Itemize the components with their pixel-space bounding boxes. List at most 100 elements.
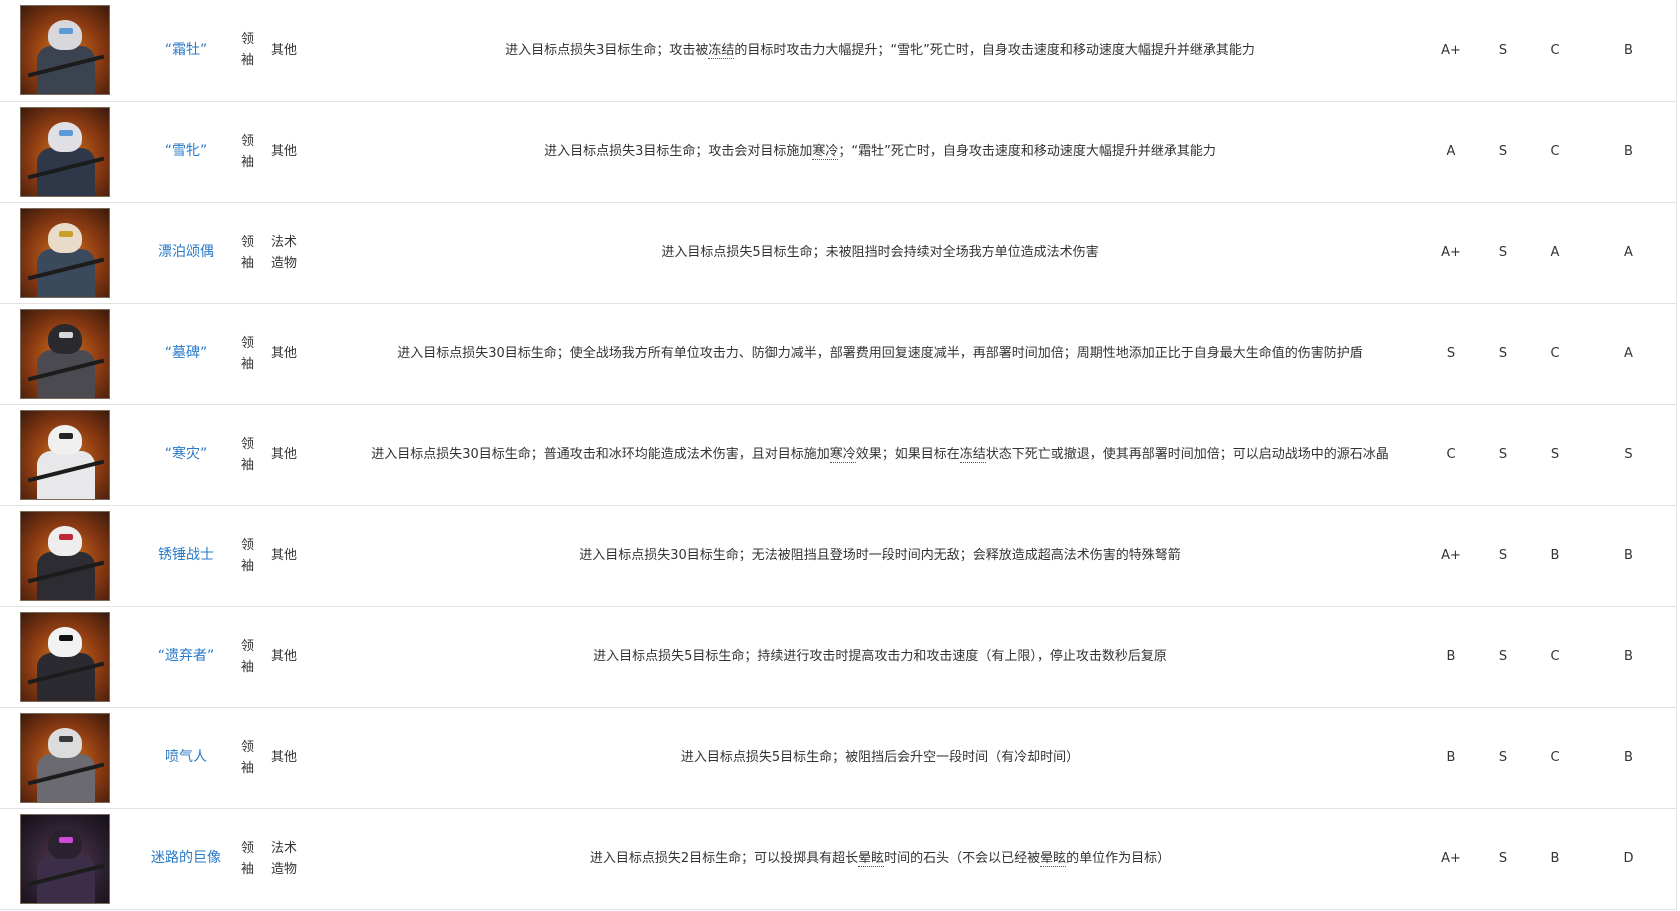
description-text: 进入目标点损失30目标生命；普通攻击和冰环均能造成法术伤害，且对目标施加	[371, 447, 830, 462]
enemy-type-label: 其他	[271, 346, 298, 361]
description-text: 时间的石头（不会以已经被	[884, 851, 1041, 866]
enemy-portrait-image[interactable]	[20, 5, 110, 96]
enemy-name-link[interactable]: 锈锤战士	[158, 547, 214, 563]
enemy-type-cell: 其他	[271, 505, 335, 607]
enemy-portrait-image[interactable]	[20, 409, 110, 500]
description-text: ；“霜牡”死亡时，自身攻击速度和移动速度大幅提升并继承其能力	[838, 144, 1216, 159]
enemy-description-cell: 进入目标点损失3目标生命；攻击会对目标施加寒冷；“霜牡”死亡时，自身攻击速度和移…	[335, 101, 1425, 203]
enemy-name-link[interactable]: 漂泊颂偶	[158, 244, 214, 260]
enemy-type-label: 其他	[271, 447, 298, 462]
enemy-level-label: 领袖	[241, 638, 255, 675]
enemy-name-cell: “遗弃者”	[131, 606, 241, 708]
enemy-level-label: 领袖	[241, 739, 255, 776]
description-text: 进入目标点损失5目标生命；被阻挡后会升空一段时间（有冷却时间）	[680, 750, 1080, 765]
enemy-name-cell: “寒灾”	[131, 404, 241, 506]
description-text: 的目标时攻击力大幅提升；“雪牝”死亡时，自身攻击速度和移动速度大幅提升并继承其能…	[734, 42, 1255, 58]
enemy-type-cell: 其他	[271, 606, 335, 708]
enemy-description-cell: 进入目标点损失3目标生命；攻击被冻结的目标时攻击力大幅提升；“雪牝”死亡时，自身…	[335, 0, 1425, 102]
status-term-tooltip[interactable]: 寒冷	[812, 144, 839, 160]
enemy-level-label: 领袖	[241, 234, 255, 271]
enemy-level-cell: 领袖	[241, 707, 271, 809]
enemy-name-link[interactable]: “霜牡”	[165, 42, 208, 58]
portrait-accent-shape	[59, 230, 73, 237]
rating-cell-4: A	[1581, 202, 1676, 304]
enemy-description-cell: 进入目标点损失5目标生命；持续进行攻击时提高攻击力和攻击速度（有上限），停止攻击…	[335, 606, 1425, 708]
enemy-type-cell: 其他	[271, 303, 335, 405]
portrait-accent-shape	[59, 432, 73, 439]
enemy-name-link[interactable]: “雪牝”	[165, 143, 208, 159]
enemy-type-cell: 法术造物	[271, 808, 335, 910]
rating-cell-1: A	[1425, 101, 1477, 203]
enemy-portrait-image[interactable]	[20, 611, 110, 702]
enemy-portrait-image[interactable]	[20, 510, 110, 601]
portrait-accent-shape	[59, 533, 73, 540]
description-text: 进入目标点损失5目标生命；持续进行攻击时提高攻击力和攻击速度（有上限），停止攻击…	[593, 649, 1167, 664]
rating-cell-1: A+	[1425, 202, 1477, 304]
rating-cell-2: S	[1477, 808, 1529, 910]
rating-cell-4: A	[1581, 303, 1676, 405]
rating-cell-3: C	[1529, 0, 1581, 102]
enemy-type-cell: 其他	[271, 707, 335, 809]
portrait-cell	[0, 101, 131, 203]
table-row: “遗弃者” 领袖 其他 进入目标点损失5目标生命；持续进行攻击时提高攻击力和攻击速度（…	[0, 606, 1676, 708]
portrait-head-shape	[48, 424, 82, 455]
enemy-type-cell: 法术造物	[271, 202, 335, 304]
rating-cell-3: A	[1529, 202, 1581, 304]
enemy-level-label: 领袖	[241, 436, 255, 473]
table-row: 迷路的巨像 领袖 法术造物 进入目标点损失2目标生命；可以投掷具有超长晕眩时间的石头（…	[0, 808, 1676, 910]
rating-cell-4: S	[1581, 404, 1676, 506]
enemy-name-cell: 锈锤战士	[131, 505, 241, 607]
enemy-type-label: 其他	[271, 548, 298, 563]
enemy-type-label: 法术造物	[271, 840, 298, 877]
portrait-accent-shape	[59, 735, 73, 742]
enemy-name-link[interactable]: “墓碑”	[165, 345, 208, 361]
enemy-name-link[interactable]: “寒灾”	[165, 446, 208, 462]
enemy-level-label: 领袖	[241, 32, 255, 69]
status-term-tooltip[interactable]: 晕眩	[858, 851, 885, 867]
enemy-name-link[interactable]: 迷路的巨像	[151, 850, 221, 866]
portrait-accent-shape	[59, 634, 73, 641]
status-term-tooltip[interactable]: 寒冷	[829, 447, 856, 463]
enemy-level-cell: 领袖	[241, 808, 271, 910]
portrait-cell	[0, 202, 131, 304]
portrait-head-shape	[48, 727, 82, 758]
enemy-description-cell: 进入目标点损失2目标生命；可以投掷具有超长晕眩时间的石头（不会以已经被晕眩的单位…	[335, 808, 1425, 910]
enemy-description-cell: 进入目标点损失30目标生命；普通攻击和冰环均能造成法术伤害，且对目标施加寒冷效果…	[335, 404, 1425, 506]
table-row: 喷气人 领袖 其他 进入目标点损失5目标生命；被阻挡后会升空一段时间（有冷却时间） B S…	[0, 707, 1676, 809]
enemy-level-cell: 领袖	[241, 303, 271, 405]
enemy-portrait-image[interactable]	[20, 207, 110, 298]
enemy-level-cell: 领袖	[241, 505, 271, 607]
portrait-head-shape	[48, 323, 82, 354]
enemy-name-link[interactable]: “遗弃者”	[158, 648, 215, 664]
enemy-portrait-image[interactable]	[20, 308, 110, 399]
status-term-tooltip[interactable]: 冻结	[959, 447, 986, 463]
rating-cell-1: A+	[1425, 505, 1477, 607]
rating-cell-1: B	[1425, 707, 1477, 809]
enemy-name-cell: 漂泊颂偶	[131, 202, 241, 304]
description-text: 进入目标点损失30目标生命；无法被阻挡且登场时一段时间内无敌；会释放造成超高法术…	[579, 548, 1181, 563]
portrait-cell	[0, 606, 131, 708]
enemy-type-label: 其他	[271, 649, 298, 664]
enemy-level-cell: 领袖	[241, 0, 271, 102]
enemy-table: “霜牡” 领袖 其他 进入目标点损失3目标生命；攻击被冻结的目标时攻击力大幅提升；“雪…	[0, 0, 1676, 910]
enemy-portrait-image[interactable]	[20, 813, 110, 904]
description-text: 进入目标点损失2目标生命；可以投掷具有超长	[589, 851, 859, 866]
enemy-description-cell: 进入目标点损失5目标生命；被阻挡后会升空一段时间（有冷却时间）	[335, 707, 1425, 809]
status-term-tooltip[interactable]: 冻结	[708, 42, 735, 59]
description-text: 进入目标点损失5目标生命；未被阻挡时会持续对全场我方单位造成法术伤害	[661, 245, 1099, 260]
enemy-portrait-image[interactable]	[20, 712, 110, 803]
enemy-level-cell: 领袖	[241, 202, 271, 304]
status-term-tooltip[interactable]: 晕眩	[1040, 851, 1067, 867]
table-row: 锈锤战士 领袖 其他 进入目标点损失30目标生命；无法被阻挡且登场时一段时间内无敌；会…	[0, 505, 1676, 607]
enemy-name-link[interactable]: 喷气人	[165, 749, 207, 765]
enemy-type-label: 其他	[271, 42, 298, 58]
enemy-table-body: “霜牡” 领袖 其他 进入目标点损失3目标生命；攻击被冻结的目标时攻击力大幅提升；“雪…	[0, 0, 1676, 910]
enemy-portrait-image[interactable]	[20, 106, 110, 197]
description-text: 效果；如果目标在	[855, 447, 960, 462]
enemy-type-cell: 其他	[271, 101, 335, 203]
table-row: “霜牡” 领袖 其他 进入目标点损失3目标生命；攻击被冻结的目标时攻击力大幅提升；“雪…	[0, 0, 1676, 102]
portrait-accent-shape	[59, 331, 73, 338]
rating-cell-2: S	[1477, 404, 1529, 506]
rating-cell-2: S	[1477, 707, 1529, 809]
portrait-cell	[0, 404, 131, 506]
